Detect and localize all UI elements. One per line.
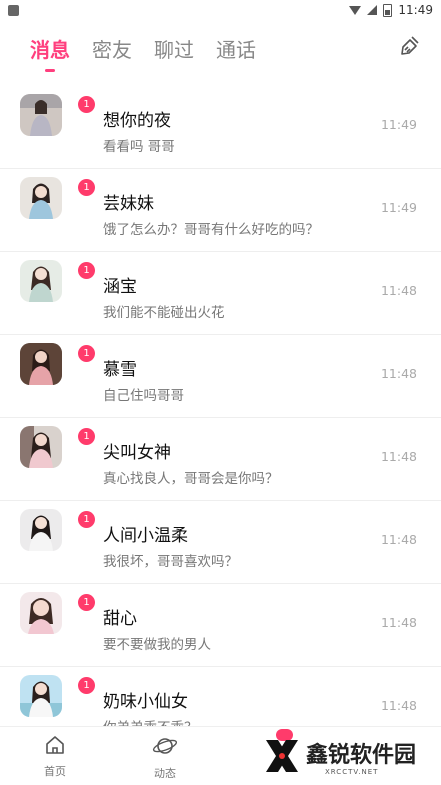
message-time: 11:48 [380, 366, 417, 381]
avatar [20, 177, 62, 219]
avatar [20, 592, 62, 634]
conversation-row[interactable]: 1 人间小温柔 我很坏，哥哥喜欢吗？ 11:48 [0, 501, 441, 584]
conversation-row[interactable]: 1 尖叫女神 真心找良人，哥哥会是你吗？ 11:48 [0, 418, 441, 501]
avatar [20, 426, 62, 468]
avatar [20, 675, 62, 717]
status-icons: 11:49 [349, 3, 433, 17]
message-time: 11:48 [380, 532, 417, 547]
wifi-icon [349, 5, 362, 15]
conversation-row[interactable]: 1 涵宝 我们能不能碰出火花 11:48 [0, 252, 441, 335]
planet-icon [152, 738, 178, 754]
tab-calls[interactable]: 通话 [216, 34, 256, 63]
contact-name: 想你的夜 [103, 111, 171, 131]
contact-name: 芸妹妹 [103, 194, 154, 214]
message-time: 11:49 [380, 117, 417, 132]
avatar [20, 260, 62, 302]
message-time: 11:48 [380, 449, 417, 464]
unread-badge: 1 [78, 594, 95, 611]
battery-icon [383, 3, 393, 17]
watermark-logo-icon [266, 740, 298, 772]
message-time: 11:48 [380, 698, 417, 713]
avatar [20, 343, 62, 385]
signal-icon [367, 5, 378, 15]
message-time: 11:48 [380, 283, 417, 298]
unread-badge: 1 [78, 428, 95, 445]
home-icon [46, 736, 64, 754]
unread-badge: 1 [78, 677, 95, 694]
message-preview: 自己住吗哥哥 [103, 388, 184, 404]
unread-badge: 1 [78, 96, 95, 113]
conversation-row[interactable]: 1 甜心 要不要做我的男人 11:48 [0, 584, 441, 667]
avatar [20, 509, 62, 551]
contact-name: 涵宝 [103, 277, 137, 297]
message-preview: 饿了怎么办？哥哥有什么好吃的吗？ [103, 222, 319, 238]
tab-messages[interactable]: 消息 [30, 34, 70, 63]
top-tabs: 消息 密友 聊过 通话 [0, 24, 441, 72]
conversation-row[interactable]: 1 慕雪 自己住吗哥哥 11:48 [0, 335, 441, 418]
tab-chatted[interactable]: 聊过 [154, 34, 194, 63]
nav-home[interactable]: 首页 [25, 733, 85, 779]
nav-moments[interactable]: 动态 [135, 733, 195, 781]
message-preview: 我们能不能碰出火花 [103, 305, 225, 321]
conversation-row[interactable]: 1 想你的夜 看看吗 哥哥 11:49 [0, 86, 441, 169]
unread-badge: 1 [78, 511, 95, 528]
watermark: 鑫锐软件园 XRCCTV.NET [262, 732, 438, 780]
broom-icon[interactable] [397, 33, 423, 59]
watermark-subtext: XRCCTV.NET [325, 768, 379, 776]
unread-badge: 1 [78, 262, 95, 279]
message-time: 11:48 [380, 615, 417, 630]
nav-home-label: 首页 [44, 765, 66, 778]
conversation-list: 1 想你的夜 看看吗 哥哥 11:49 1 芸妹妹 饿了怎么办？哥哥有什么好吃的… [0, 86, 441, 750]
status-bar: 11:49 [0, 0, 441, 20]
notification-icon [8, 4, 19, 16]
tab-close-friends[interactable]: 密友 [92, 34, 132, 63]
watermark-text: 鑫锐软件园 [306, 743, 417, 768]
message-time: 11:49 [380, 200, 417, 215]
message-preview: 真心找良人，哥哥会是你吗？ [103, 471, 279, 487]
message-preview: 我很坏，哥哥喜欢吗？ [103, 554, 238, 570]
contact-name: 甜心 [103, 609, 137, 629]
contact-name: 奶味小仙女 [103, 692, 188, 712]
nav-moments-label: 动态 [154, 767, 176, 780]
status-time: 11:49 [398, 3, 433, 17]
contact-name: 尖叫女神 [103, 443, 171, 463]
contact-name: 慕雪 [103, 360, 137, 380]
contact-name: 人间小温柔 [103, 526, 188, 546]
unread-badge: 1 [78, 179, 95, 196]
conversation-row[interactable]: 1 芸妹妹 饿了怎么办？哥哥有什么好吃的吗？ 11:49 [0, 169, 441, 252]
message-preview: 要不要做我的男人 [103, 637, 211, 653]
avatar [20, 94, 62, 136]
message-preview: 看看吗 哥哥 [103, 139, 175, 155]
unread-badge: 1 [78, 345, 95, 362]
